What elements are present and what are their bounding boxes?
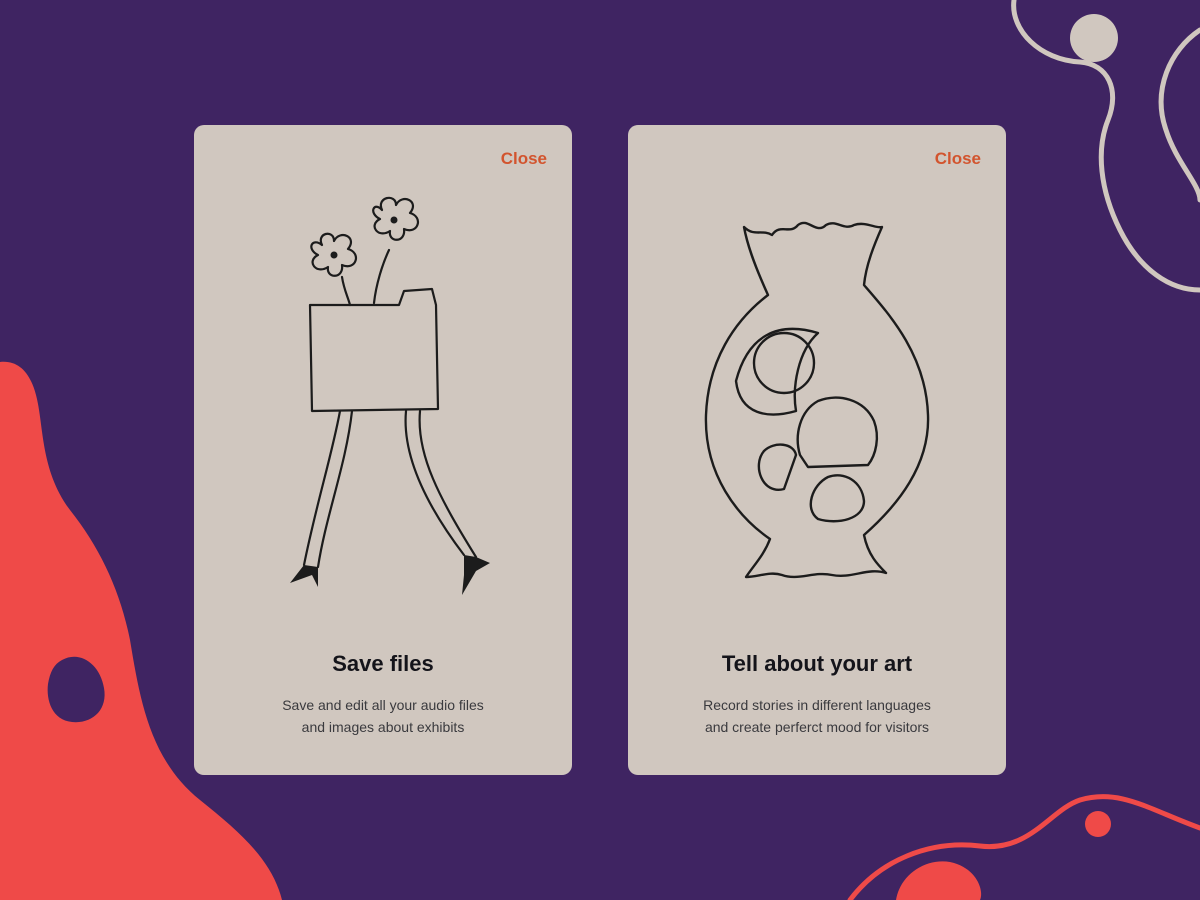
red-line-bottom-right (847, 794, 1200, 900)
background-decoration (0, 0, 1200, 900)
card-description: Save and edit all your audio files and i… (254, 694, 512, 738)
red-blob-hole (47, 656, 105, 723)
flowers-in-walking-folder-icon (290, 196, 490, 595)
card-title: Save files (332, 651, 434, 676)
card-description: Record stories in different languages an… (688, 694, 946, 738)
red-dot-bottom-right (1085, 811, 1111, 837)
line-top-right-1 (1011, 0, 1200, 293)
red-blob-bottom-right (896, 861, 982, 900)
card-title: Tell about your art (721, 651, 913, 676)
vase-icon (704, 221, 930, 579)
card-description-line: Record stories in different languages (703, 697, 931, 713)
beige-dot (1070, 14, 1118, 62)
card-description-line: and images about exhibits (301, 719, 465, 735)
card-tell-about-your-art: Close Tell about your art Record stories… (628, 125, 1006, 775)
card-description-line: and create perferct mood for visitors (704, 719, 930, 735)
line-top-right-2 (1158, 27, 1200, 203)
card-description-line: Save and edit all your audio files (282, 697, 484, 713)
card-save-files: Close Save files Save and edit all your … (194, 125, 572, 775)
